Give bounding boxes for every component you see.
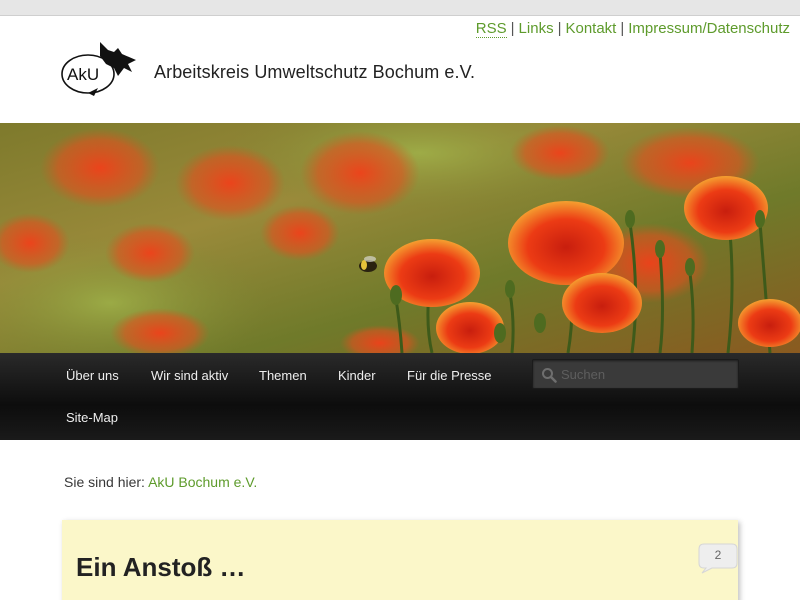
- browser-chrome-strip: [0, 0, 800, 16]
- nav-item-wir-sind-aktiv[interactable]: Wir sind aktiv: [151, 368, 228, 383]
- breadcrumb-prefix: Sie sind hier:: [64, 474, 145, 490]
- top-links: RSS | Links | Kontakt | Impressum/Datenschutz: [475, 20, 790, 38]
- bat-logo-icon: AkU: [61, 42, 136, 96]
- nav-item-ueber-uns[interactable]: Über uns: [66, 368, 119, 383]
- links-link[interactable]: Links: [519, 20, 554, 37]
- nav-item-fuer-die-presse[interactable]: Für die Presse: [407, 368, 492, 383]
- nav-item-site-map[interactable]: Site-Map: [66, 410, 118, 425]
- search-box: [532, 359, 739, 389]
- search-icon: [542, 368, 557, 383]
- breadcrumb-current-link[interactable]: AkU Bochum e.V.: [148, 474, 257, 490]
- organization-name: Arbeitskreis Umweltschutz Bochum e.V.: [154, 62, 476, 82]
- post-card: Ein Anstoß … 2: [62, 520, 738, 600]
- header-poppy-image: [0, 123, 800, 353]
- nav-item-kinder[interactable]: Kinder: [338, 368, 376, 383]
- svg-text:AkU: AkU: [67, 65, 99, 84]
- post-title[interactable]: Ein Anstoß …: [76, 552, 245, 583]
- rss-link[interactable]: RSS: [475, 20, 507, 38]
- search-input[interactable]: [561, 364, 731, 384]
- link-separator: |: [620, 20, 625, 37]
- breadcrumb: Sie sind hier: AkU Bochum e.V.: [64, 474, 257, 490]
- comments-link[interactable]: 2: [698, 542, 738, 574]
- site-logo[interactable]: AkU Arbeitskreis Umweltschutz Bochum e.V…: [58, 38, 478, 98]
- main-navigation: Über uns Wir sind aktiv Themen Kinder Fü…: [0, 353, 800, 440]
- nav-item-themen[interactable]: Themen: [259, 368, 307, 383]
- kontakt-link[interactable]: Kontakt: [565, 20, 616, 37]
- impressum-link[interactable]: Impressum/Datenschutz: [628, 20, 790, 37]
- link-separator: |: [510, 20, 515, 37]
- link-separator: |: [557, 20, 562, 37]
- comment-count: 2: [714, 548, 722, 562]
